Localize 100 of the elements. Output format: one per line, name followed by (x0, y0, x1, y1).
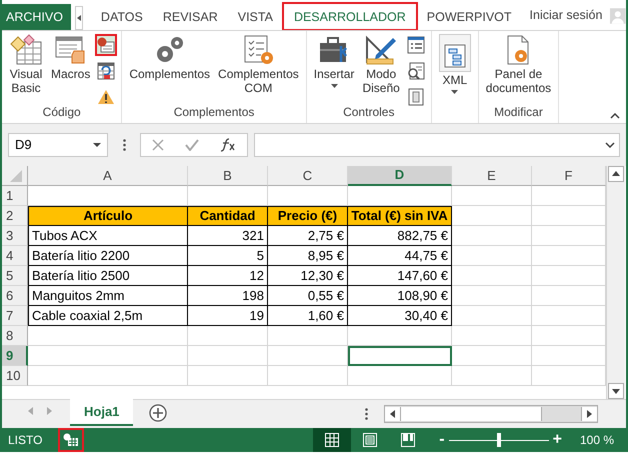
table-cell[interactable] (452, 346, 532, 366)
column-header[interactable]: B (188, 166, 268, 186)
table-cell[interactable]: 12,30 € (268, 266, 348, 286)
row-header[interactable]: 4 (2, 246, 28, 266)
row-header[interactable]: 2 (2, 206, 28, 226)
table-cell[interactable]: 12 (188, 266, 268, 286)
table-cell[interactable] (348, 346, 452, 366)
table-cell[interactable] (188, 366, 268, 386)
table-cell[interactable]: Cantidad (188, 206, 268, 226)
table-cell[interactable]: 321 (188, 226, 268, 246)
drag-handle-icon[interactable] (122, 138, 126, 151)
ribbon-button[interactable]: Insertar (310, 34, 358, 88)
table-cell[interactable]: 30,40 € (348, 306, 452, 326)
properties-list-icon[interactable] (406, 36, 425, 54)
previous-sheet-icon[interactable] (28, 407, 33, 416)
table-cell[interactable] (452, 326, 532, 346)
zoom-out-button[interactable]: - (439, 431, 445, 449)
sign-in-link[interactable]: Iniciar sesión (522, 0, 610, 30)
scroll-down-icon[interactable] (612, 388, 620, 394)
record-macro-icon[interactable] (97, 37, 116, 53)
table-cell[interactable]: Cable coaxial 2,5m (28, 306, 188, 326)
table-cell[interactable] (28, 366, 188, 386)
ribbon-button[interactable]: Panel de documentos (482, 34, 554, 96)
function-icon[interactable] (220, 138, 236, 152)
row-header[interactable]: 1 (2, 186, 28, 206)
table-cell[interactable] (452, 306, 532, 326)
table-cell[interactable]: 19 (188, 306, 268, 326)
expand-icon[interactable] (605, 142, 615, 148)
row-header[interactable]: 8 (2, 326, 28, 346)
table-cell[interactable]: Tubos ACX (28, 226, 188, 246)
table-cell[interactable] (268, 366, 348, 386)
sheet-tab[interactable]: Hoja1 (70, 399, 134, 426)
ribbon-scroll-button[interactable] (74, 6, 83, 30)
table-cell[interactable] (268, 326, 348, 346)
table-cell[interactable]: Total (€) sin IVA (348, 206, 452, 226)
table-cell[interactable]: 1,60 € (268, 306, 348, 326)
table-cell[interactable] (28, 346, 188, 366)
table-cell[interactable] (268, 346, 348, 366)
view-button[interactable] (313, 428, 352, 452)
scroll-right-icon[interactable] (587, 410, 592, 418)
table-cell[interactable] (452, 286, 532, 306)
column-header[interactable]: F (532, 166, 606, 186)
table-cell[interactable]: 0,55 € (268, 286, 348, 306)
table-cell[interactable]: Precio (€) (268, 206, 348, 226)
zoom-in-button[interactable]: + (552, 431, 562, 449)
ribbon-button[interactable]: Complementos (126, 34, 214, 82)
table-cell[interactable]: Batería litio 2200 (28, 246, 188, 266)
check-icon[interactable] (184, 138, 199, 151)
table-cell[interactable] (452, 246, 532, 266)
column-header[interactable]: A (28, 166, 188, 186)
table-cell[interactable] (452, 226, 532, 246)
drag-handle-icon[interactable] (365, 408, 368, 420)
row-header[interactable]: 7 (2, 306, 28, 326)
ribbon-button[interactable]: Modo Diseño (359, 34, 403, 96)
vertical-scrollbar[interactable] (606, 166, 625, 400)
table-cell[interactable] (188, 326, 268, 346)
collapse-icon[interactable] (610, 113, 620, 119)
ribbon-button[interactable]: Macros (48, 34, 94, 82)
row-header[interactable]: 3 (2, 226, 28, 246)
next-sheet-icon[interactable] (47, 407, 52, 416)
ribbon-tab[interactable]: DESARROLLADOR (282, 3, 417, 30)
name-box[interactable]: D9 (8, 132, 108, 157)
dialog-icon[interactable] (406, 88, 425, 106)
code-view-icon[interactable] (406, 62, 425, 80)
table-cell[interactable]: 8,95 € (268, 246, 348, 266)
table-cell[interactable] (452, 366, 532, 386)
column-header[interactable]: D (348, 166, 452, 186)
table-cell[interactable] (28, 326, 188, 346)
table-cell[interactable] (348, 366, 452, 386)
table-cell[interactable]: 108,90 € (348, 286, 452, 306)
ribbon-button[interactable]: Complementos COM (215, 34, 302, 96)
row-header[interactable]: 9 (2, 346, 28, 366)
table-cell[interactable]: 5 (188, 246, 268, 266)
cancel-icon[interactable] (152, 138, 164, 151)
column-header[interactable]: E (452, 166, 532, 186)
table-cell[interactable] (188, 346, 268, 366)
table-cell[interactable]: 147,60 € (348, 266, 452, 286)
table-cell[interactable]: Artículo (28, 206, 188, 226)
warning-icon[interactable] (97, 89, 116, 105)
row-header[interactable]: 6 (2, 286, 28, 306)
ribbon-tab[interactable]: DATOS (90, 3, 153, 30)
table-cell[interactable]: Manguitos 2mm (28, 286, 188, 306)
table-cell[interactable] (452, 266, 532, 286)
table-cell[interactable] (452, 206, 532, 226)
table-cell[interactable] (452, 186, 532, 206)
table-cell[interactable]: Batería litio 2500 (28, 266, 188, 286)
ribbon-button[interactable]: Visual Basic (6, 34, 46, 96)
table-cell[interactable]: 44,75 € (348, 246, 452, 266)
column-header[interactable]: C (268, 166, 348, 186)
formula-input[interactable] (254, 132, 620, 157)
row-header[interactable]: 10 (2, 366, 28, 386)
row-header[interactable]: 5 (2, 266, 28, 286)
zoom-level[interactable]: 100 % (580, 433, 614, 447)
ribbon-tab[interactable]: REVISAR (152, 3, 228, 30)
record-macro-icon[interactable] (63, 433, 80, 447)
file-tab[interactable]: ARCHIVO (0, 4, 71, 30)
ribbon-tab[interactable]: POWERPIVOT (416, 3, 522, 30)
table-cell[interactable]: 2,75 € (268, 226, 348, 246)
table-cell[interactable]: 882,75 € (348, 226, 452, 246)
scroll-up-icon[interactable] (612, 171, 620, 176)
